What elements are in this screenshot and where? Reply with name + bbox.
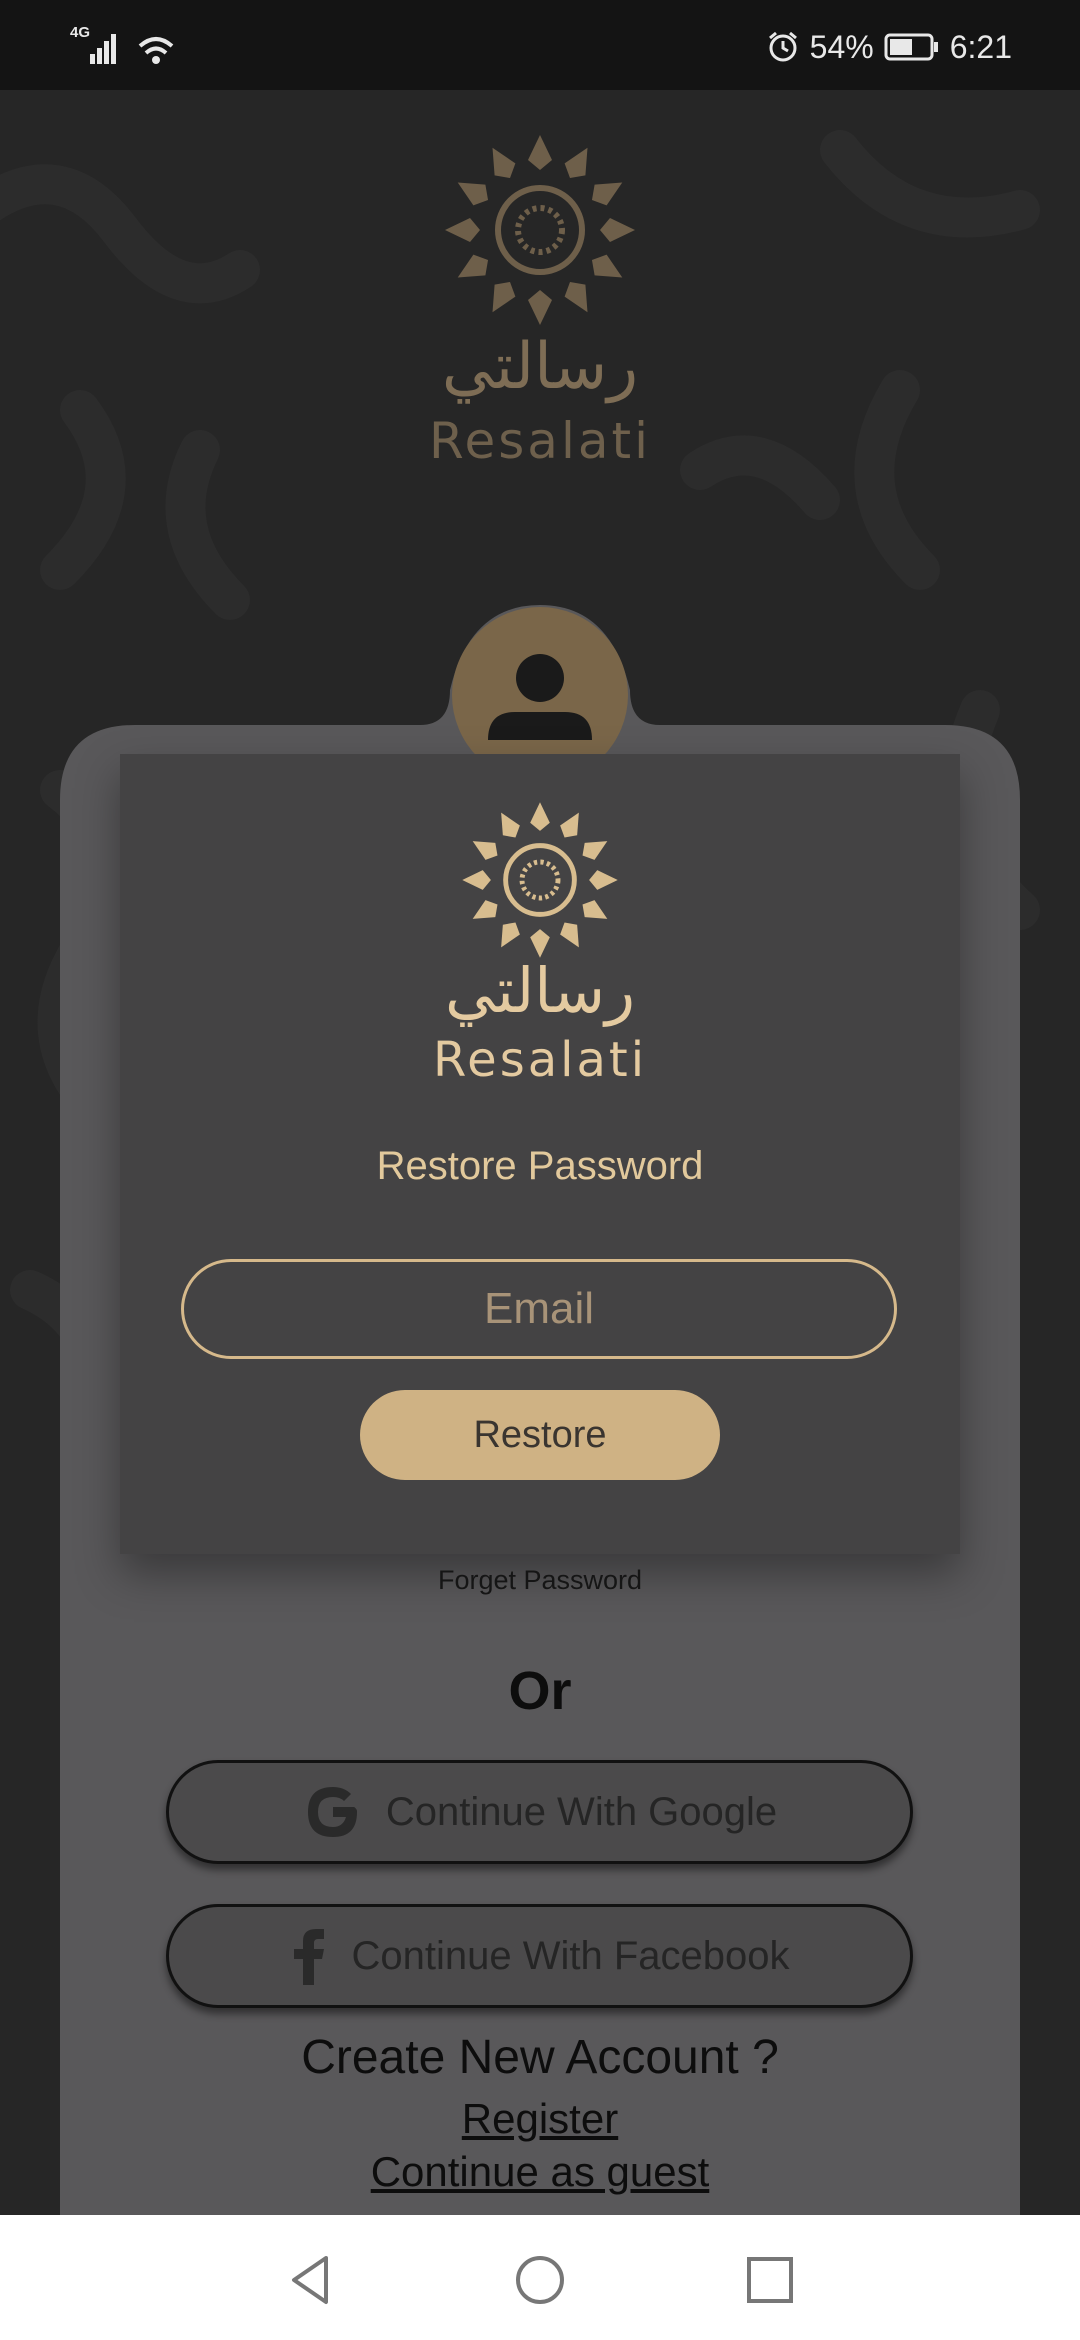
facebook-button[interactable]: Continue With Facebook [166, 1904, 913, 2008]
logo-emblem-icon [445, 135, 635, 325]
navigation-bar [0, 2215, 1080, 2340]
battery-icon [884, 33, 938, 61]
restore-password-title: Restore Password [376, 1144, 704, 1188]
register-link[interactable]: Register [0, 2095, 1080, 2143]
signal-icon: 4G [70, 24, 122, 66]
logo-emblem-icon [462, 802, 618, 958]
or-divider: Or [508, 1661, 572, 1721]
google-button-label: Continue With Google [385, 1789, 778, 1834]
brand-latin: Resalati [432, 1032, 648, 1088]
continue-as-guest-link[interactable]: Continue as guest [0, 2148, 1080, 2196]
wifi-icon [138, 37, 174, 64]
email-input[interactable]: Email [181, 1259, 897, 1359]
brand-latin-top: Resalati [429, 412, 651, 470]
facebook-icon [294, 1929, 325, 1985]
status-right: 54% 6:21 [766, 22, 1012, 72]
google-button[interactable]: Continue With Google [166, 1760, 913, 1864]
clock: 6:21 [949, 28, 1012, 65]
battery-percent: 54% [809, 28, 874, 65]
restore-panel: رسالتي Resalati Restore Password Email R… [120, 754, 960, 1554]
status-bar: 4G 54% 6:21 [0, 0, 1080, 90]
forget-password-link[interactable]: Forget Password [0, 1565, 1080, 1596]
create-account-text: Create New Account ? [301, 2031, 779, 2084]
home-icon[interactable] [510, 2250, 570, 2310]
facebook-button-label: Continue With Facebook [351, 1933, 790, 1978]
back-icon[interactable] [280, 2250, 340, 2310]
brand-arabic: رسالتي [444, 954, 636, 1027]
brand-arabic-top: رسالتي [441, 330, 639, 404]
status-left: 4G [70, 24, 176, 66]
google-icon [307, 1787, 357, 1837]
recents-icon[interactable] [740, 2250, 800, 2310]
restore-button[interactable]: Restore [360, 1390, 720, 1480]
alarm-icon [768, 31, 797, 62]
